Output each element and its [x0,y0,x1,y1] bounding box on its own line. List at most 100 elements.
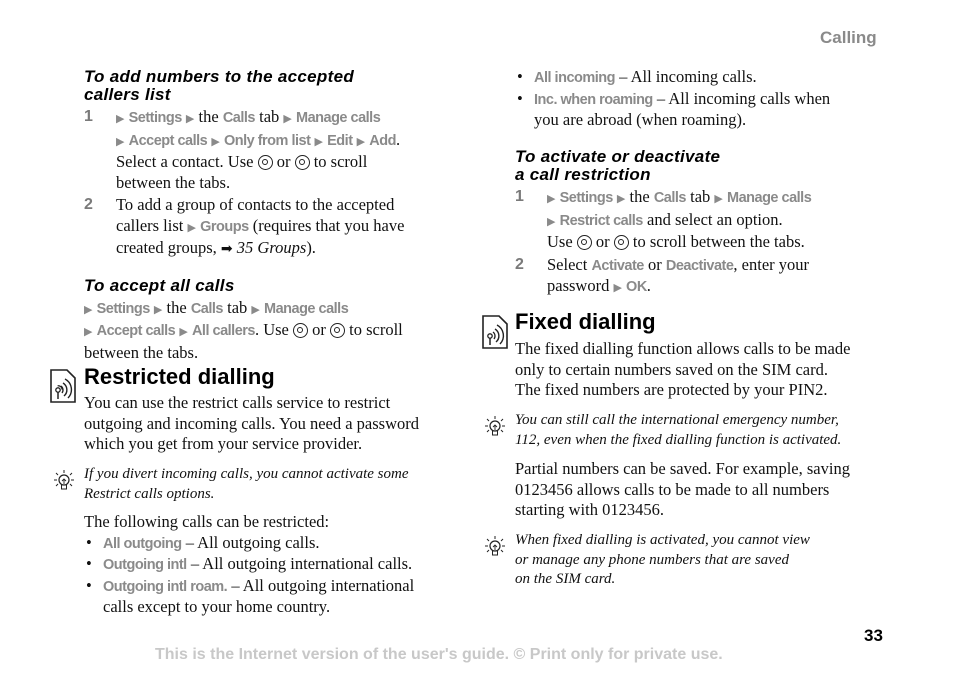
menu-accept-calls[interactable]: Accept calls [129,133,208,149]
menu-calls-tab[interactable]: Calls [654,190,687,206]
instruction-line: Use or to scroll between the tabs. [547,232,895,253]
text: . Use [254,320,289,339]
option-label[interactable]: All outgoing [103,536,182,552]
option-label[interactable]: All incoming [534,70,616,86]
menu-settings[interactable]: Settings [97,301,151,317]
step-2: 2 Select Activate or Deactivate, enter y… [515,255,895,299]
arrow-icon: ▶ [153,302,163,316]
text: password [547,276,610,295]
menu-edit[interactable]: Edit [327,133,353,149]
text: the [166,297,187,317]
arrow-icon: ▶ [84,302,93,316]
step-1: 1 ▶ Settings ▶ the Calls tab ▶ Manage ca… [84,107,464,193]
footer-notice: This is the Internet version of the user… [155,646,723,663]
menu-path-line-1: ▶ Settings ▶ the Calls tab ▶ Manage call… [84,298,464,321]
menu-path-line-2: ▶ Accept calls ▶ All callers. Use or to … [84,320,464,343]
nav-left-icon [576,235,592,250]
text: (requires that you have [252,215,405,235]
fixed-tip-2: When fixed dialling is activated, you ca… [515,531,905,590]
menu-calls-tab[interactable]: Calls [223,110,256,126]
text: tab [259,107,280,126]
text: or [312,320,326,339]
arrow-icon: ▶ [547,214,556,228]
option-deactivate[interactable]: Deactivate [666,258,734,274]
heading-fixed-dialling: Fixed dialling [515,309,656,334]
arrow-icon: ▶ [187,220,196,234]
text: and select an option. [647,209,783,229]
option-label[interactable]: Inc. when roaming [534,92,653,108]
page-number: 33 [864,626,883,645]
text-line: on the SIM card. [515,571,616,587]
page-reference-link[interactable]: 35 Groups [237,238,307,257]
step-number: 2 [84,196,93,213]
menu-add[interactable]: Add [369,133,396,149]
text: between the tabs. [84,342,199,362]
arrow-icon: ▶ [613,281,622,294]
text-line: 112, even when the fixed dialling functi… [515,431,842,448]
restricted-body: You can use the restrict calls service t… [84,393,464,455]
text: callers list [116,215,184,235]
menu-restrict-calls[interactable]: Restrict calls [560,213,644,229]
list-item: • All incoming – All incoming calls. [515,67,895,89]
text-line: created groups, ➡ 35 Groups). [116,238,464,260]
menu-groups[interactable]: Groups [200,219,249,235]
accept-all-instructions: ▶ Settings ▶ the Calls tab ▶ Manage call… [84,298,464,364]
step-number: 2 [515,255,524,273]
option-label[interactable]: Outgoing intl roam. [103,579,228,595]
menu-all-callers[interactable]: All callers [192,323,256,339]
list-item: • Outgoing intl roam. – All outgoing int… [84,576,464,618]
text-line: 0123456 allows calls to be made to all n… [515,479,830,499]
text-line: outgoing and incoming calls. You need a … [84,413,420,433]
restricted-tip: If you divert incoming calls, you cannot… [84,465,464,504]
text-line: The fixed dialling function allows calls… [515,339,851,358]
option-description: – All incoming calls. [619,67,757,86]
text-line: starting with 0123456. [515,500,664,519]
menu-settings[interactable]: Settings [560,190,614,206]
bullet: • [86,575,92,595]
arrow-icon: ▶ [116,112,125,125]
arrow-icon: ▶ [356,134,366,148]
text: the [629,187,650,206]
fixed-body: The fixed dialling function allows calls… [515,339,905,401]
option-ok[interactable]: OK [626,279,647,295]
menu-manage-calls[interactable]: Manage calls [264,301,349,317]
network-service-icon [50,369,76,403]
partial-numbers-text: Partial numbers can be saved. For exampl… [515,459,905,521]
text: tab [690,187,711,206]
instruction-line: Select a contact. Use or to scroll [116,152,464,173]
option-label[interactable]: Outgoing intl [103,557,187,573]
step-number: 1 [84,108,93,125]
menu-path-line-1: ▶ Settings ▶ the Calls tab ▶ Manage call… [547,187,895,210]
text: to scroll [349,320,403,339]
menu-only-from-list[interactable]: Only from list [224,133,311,149]
menu-accept-calls[interactable]: Accept calls [97,323,176,339]
bullet: • [86,532,92,552]
arrow-icon: ▶ [251,302,260,316]
step-2: 2 To add a group of contacts to the acce… [84,195,464,260]
incoming-list: • All incoming – All incoming calls. • I… [515,67,895,131]
left-column: To add numbers to the accepted callers l… [84,68,464,363]
option-description: – All outgoing international [231,575,415,595]
text-line: You can use the restrict calls service t… [84,393,391,412]
text: or [648,254,662,274]
arrow-icon: ▶ [314,134,324,148]
subheading-line: To accept all calls [84,275,235,295]
text: or [595,232,610,251]
menu-settings[interactable]: Settings [129,110,183,126]
menu-manage-calls[interactable]: Manage calls [296,110,381,126]
text-line: The following calls can be restricted: [84,512,330,531]
arrow-icon: ▶ [84,325,93,338]
option-description: – All outgoing international calls. [190,554,413,573]
menu-manage-calls[interactable]: Manage calls [727,190,812,206]
menu-calls-tab[interactable]: Calls [191,301,224,317]
text-line: If you divert incoming calls, you cannot… [84,466,409,482]
list-item: • All outgoing – All outgoing calls. [84,533,464,555]
text: . [646,276,651,295]
option-activate[interactable]: Activate [591,258,644,274]
text-line: or manage any phone numbers that are sav… [515,551,789,568]
activate-section: To activate or deactivate a call restric… [515,148,895,299]
text-line: callers list ▶ Groups (requires that you… [116,216,464,239]
option-description: – All outgoing calls. [185,532,320,552]
arrow-icon: ▶ [283,112,292,125]
nav-right-icon [330,323,346,338]
